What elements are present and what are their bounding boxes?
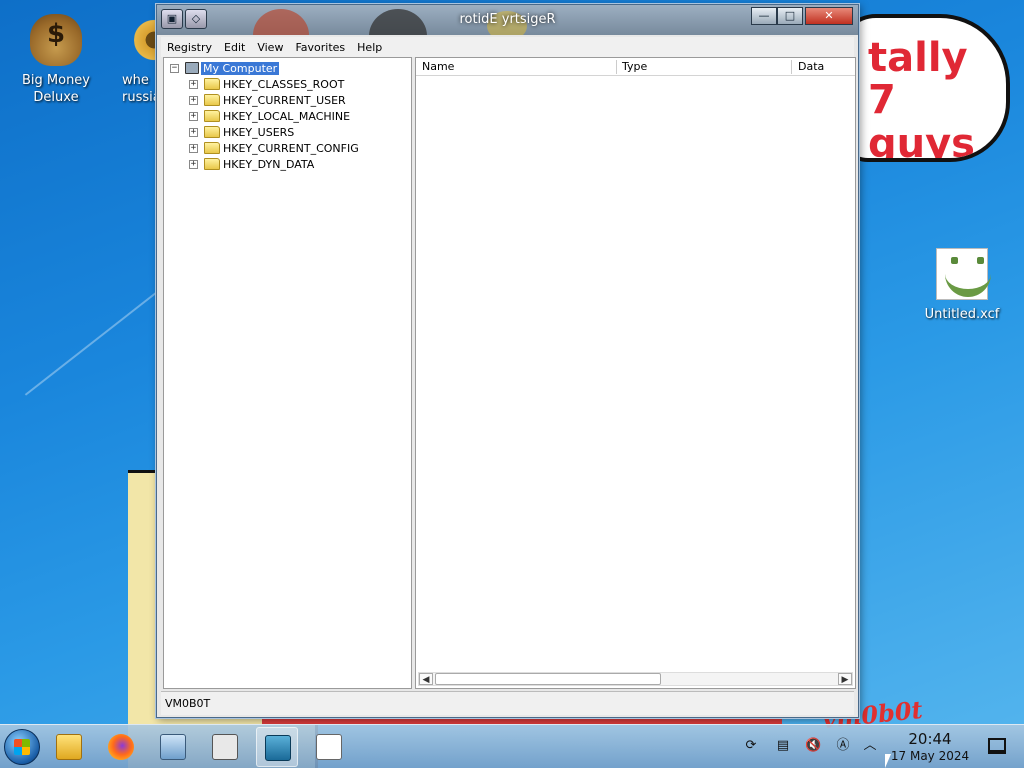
menu-view[interactable]: View — [251, 41, 289, 54]
desktop-icon-whe-russia[interactable]: whe russia — [108, 14, 158, 106]
menu-edit[interactable]: Edit — [218, 41, 251, 54]
clock-date: 17 May 2024 — [890, 749, 970, 763]
tree-node-label: HKEY_DYN_DATA — [223, 157, 315, 171]
column-header-data[interactable]: Data — [792, 58, 856, 76]
registry-tree[interactable]: − My Computer + HKEY_CLASSES_ROOT + HKEY… — [163, 57, 412, 689]
minimize-button[interactable]: — — [751, 7, 777, 25]
tree-node-hkey-users[interactable]: + HKEY_USERS — [189, 124, 294, 140]
eye-right — [977, 257, 984, 264]
collapse-icon[interactable]: − — [170, 63, 179, 73]
task-manager-icon — [212, 734, 238, 760]
menu-favorites[interactable]: Favorites — [289, 41, 351, 54]
bubble-text-line2: 7 guys — [868, 77, 975, 162]
tree-node-hkey-local-machine[interactable]: + HKEY_LOCAL_MACHINE — [189, 108, 350, 124]
expand-icon[interactable]: + — [189, 95, 198, 105]
expand-icon[interactable]: + — [189, 159, 198, 169]
notification-center-icon[interactable] — [988, 738, 1006, 754]
smiley-image-icon — [936, 248, 991, 300]
gear-icon — [134, 14, 158, 66]
notepad-icon — [316, 734, 342, 760]
wallpaper-speech-bubble: tally 7 guys — [838, 14, 1010, 162]
registry-editor-window: ▣ ◇ rotidE yrtsigeR — □ ✕ Registry Edit … — [156, 4, 859, 718]
folder-icon — [204, 126, 220, 138]
folder-icon — [56, 734, 82, 760]
tree-node-hkey-current-config[interactable]: + HKEY_CURRENT_CONFIG — [189, 140, 359, 156]
clipboard-icon[interactable]: ▤ — [775, 738, 791, 754]
computer-icon — [185, 62, 199, 74]
tree-node-label: HKEY_USERS — [223, 125, 295, 139]
scroll-thumb[interactable] — [435, 673, 661, 685]
tree-node-label: HKEY_CURRENT_CONFIG — [223, 141, 359, 155]
scroll-left-icon[interactable]: ◀ — [419, 673, 433, 685]
tree-node-label: My Computer — [201, 61, 280, 75]
expand-icon[interactable]: + — [189, 143, 198, 153]
system-clock[interactable]: 20:44 17 May 2024 — [886, 731, 974, 764]
folder-icon — [204, 78, 220, 90]
folder-icon — [204, 142, 220, 154]
menu-help[interactable]: Help — [351, 41, 388, 54]
tree-node-my-computer[interactable]: − My Computer — [170, 60, 280, 76]
expand-icon[interactable]: + — [189, 79, 198, 89]
mouth — [945, 273, 991, 297]
expand-icon[interactable]: + — [189, 127, 198, 137]
column-header-name[interactable]: Name — [416, 58, 616, 76]
chevron-up-icon[interactable]: ︿ — [862, 738, 878, 754]
desktop-icon-label: whe russia — [122, 73, 158, 105]
taskbar: ⟳ ▤ 🔇 Ⓐ ︿ 20:44 17 May 2024 — [0, 724, 1024, 768]
menu-registry[interactable]: Registry — [161, 41, 218, 54]
registry-editor-icon — [265, 735, 291, 761]
tree-node-hkey-current-user[interactable]: + HKEY_CURRENT_USER — [189, 92, 346, 108]
folder-icon — [204, 94, 220, 106]
start-button[interactable] — [4, 729, 40, 765]
control-panel-icon — [160, 734, 186, 760]
tree-node-hkey-dyn-data[interactable]: + HKEY_DYN_DATA — [189, 156, 314, 172]
desktop-icon-label: Big Money Deluxe — [21, 73, 90, 105]
tree-node-hkey-classes-root[interactable]: + HKEY_CLASSES_ROOT — [189, 76, 344, 92]
desktop-icon-untitled-xcf[interactable]: Untitled.xcf — [922, 248, 1002, 323]
desktop-icon-big-money-deluxe[interactable]: Big Money Deluxe — [18, 14, 94, 106]
clock-time: 20:44 — [908, 730, 952, 748]
mouse-cursor — [885, 754, 891, 768]
tree-node-label: HKEY_CLASSES_ROOT — [223, 77, 345, 91]
bubble-text-line1: tally — [868, 35, 968, 81]
desktop-icon-label: Untitled.xcf — [924, 307, 1000, 322]
maximize-button[interactable]: □ — [777, 7, 803, 25]
list-header: Name Type Data — [416, 58, 855, 76]
window-titlebar[interactable]: ▣ ◇ rotidE yrtsigeR — □ ✕ — [157, 5, 858, 35]
column-header-type[interactable]: Type — [616, 58, 792, 76]
close-button[interactable]: ✕ — [805, 7, 853, 25]
menu-bar: Registry Edit View Favorites Help — [161, 37, 854, 57]
folder-icon — [204, 110, 220, 122]
horizontal-scrollbar[interactable]: ◀ ▶ — [418, 672, 853, 686]
volume-muted-icon[interactable]: 🔇 — [805, 738, 821, 754]
scroll-right-icon[interactable]: ▶ — [838, 673, 852, 685]
taskbar-registry-editor[interactable] — [256, 727, 298, 767]
expand-icon[interactable]: + — [189, 111, 198, 121]
tree-node-label: HKEY_LOCAL_MACHINE — [223, 109, 351, 123]
status-bar: VM0B0T — [161, 691, 854, 715]
taskbar-control-panel[interactable] — [152, 727, 194, 767]
eye-left — [951, 257, 958, 264]
keyboard-icon[interactable]: Ⓐ — [835, 738, 851, 754]
taskbar-notepad[interactable] — [308, 727, 350, 767]
taskbar-firefox[interactable] — [100, 727, 142, 767]
moneybag-icon — [30, 14, 82, 66]
folder-icon — [204, 158, 220, 170]
taskbar-file-explorer[interactable] — [48, 727, 90, 767]
value-list[interactable]: Name Type Data ◀ ▶ — [415, 57, 856, 689]
taskbar-task-manager[interactable] — [204, 727, 246, 767]
update-icon[interactable]: ⟳ — [743, 738, 759, 754]
tree-node-label: HKEY_CURRENT_USER — [223, 93, 346, 107]
firefox-icon — [108, 734, 134, 760]
